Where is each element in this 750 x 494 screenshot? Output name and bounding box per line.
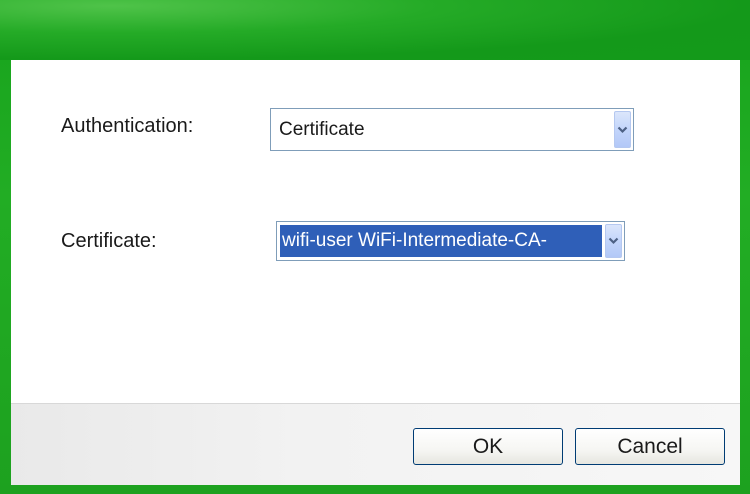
authentication-label: Authentication: [61,115,194,137]
authentication-dropdown-button[interactable] [614,111,631,148]
certificate-label: Certificate: [61,230,157,252]
form-area: Authentication: Certificate Certificate:… [11,60,740,403]
ok-button[interactable]: OK [413,428,563,465]
certificate-select[interactable]: wifi-user WiFi-Intermediate-CA- [276,221,625,261]
button-bar: OK Cancel [11,403,740,485]
certificate-selected-value: wifi-user WiFi-Intermediate-CA- [280,225,602,257]
title-bar[interactable] [0,0,750,60]
cancel-button[interactable]: Cancel [575,428,725,465]
authentication-select[interactable]: Certificate [270,108,634,151]
chevron-down-icon [617,126,628,133]
certificate-dropdown-button[interactable] [605,224,622,258]
chevron-down-icon [608,237,619,245]
dialog-window: Authentication: Certificate Certificate:… [0,0,750,494]
authentication-selected-value: Certificate [279,118,365,140]
dialog-client-area: Authentication: Certificate Certificate:… [11,60,740,485]
